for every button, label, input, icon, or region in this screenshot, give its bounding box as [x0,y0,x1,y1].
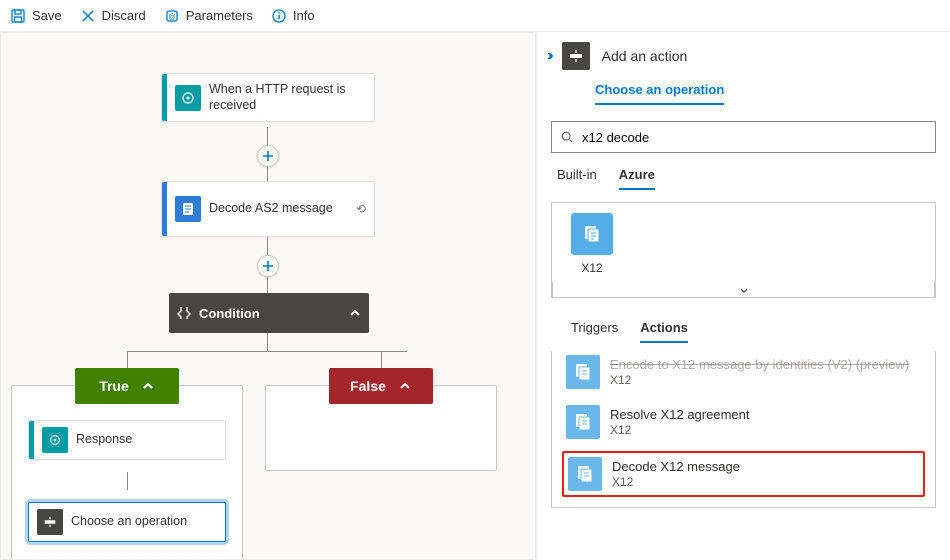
action-item-decode-x12[interactable]: Decode X12 message X12 [562,451,925,497]
close-icon [80,8,96,24]
expand-connectors-button[interactable] [552,282,935,298]
response-label: Response [76,424,225,456]
condition-node[interactable]: Condition [169,293,369,333]
true-label: True [99,378,129,394]
action-card-decode-as2[interactable]: Decode AS2 message ⟲ [161,181,375,237]
save-button[interactable]: Save [10,8,62,24]
search-box[interactable] [551,121,936,153]
triggers-actions-tabs: Triggers Actions [551,306,936,343]
trigger-label: When a HTTP request is received [209,74,374,121]
top-toolbar: Save Discard @ Parameters Info [0,0,950,32]
discard-label: Discard [102,8,146,23]
tab-actions[interactable]: Actions [640,320,688,343]
action-title: Encode to X12 message by identities (V2)… [610,357,909,373]
action-item-encode-x12[interactable]: Encode to X12 message by identities (V2)… [562,351,925,393]
save-icon [10,8,26,24]
svg-text:@: @ [168,14,175,21]
x12-icon [571,213,613,255]
connector-tile-label: X12 [581,261,602,275]
action-item-resolve-x12[interactable]: Resolve X12 agreement X12 [562,401,925,443]
connector-line [267,333,268,351]
chevron-up-icon [141,379,155,393]
condition-icon [169,305,199,321]
x12-icon [566,405,600,439]
false-branch-container: False [265,385,497,471]
action-subtitle: X12 [610,423,749,437]
tab-choose-operation[interactable]: Choose an operation [595,82,724,105]
parameters-button[interactable]: @ Parameters [164,8,253,24]
tab-built-in[interactable]: Built-in [557,167,597,190]
discard-button[interactable]: Discard [80,8,146,24]
designer-canvas[interactable]: When a HTTP request is received Decode A… [0,32,536,560]
action-subtitle: X12 [612,475,740,489]
save-label: Save [32,8,62,23]
collapse-panel-button[interactable]: ›› [547,47,550,65]
x12-icon [568,457,602,491]
add-step-button[interactable] [257,255,279,277]
parameters-icon: @ [164,8,180,24]
response-icon [42,427,68,453]
action-title: Resolve X12 agreement [610,407,749,423]
connector-line [127,351,407,352]
panel-title-icon [562,42,590,70]
action-subtitle: X12 [610,373,909,387]
action-title: Decode X12 message [612,459,740,475]
parameters-label: Parameters [186,8,253,23]
choose-operation-node[interactable]: Choose an operation [28,502,226,542]
connector-gallery: X12 [551,202,936,298]
connector-line [127,472,128,490]
search-input[interactable] [580,129,927,146]
trigger-card-http-request[interactable]: When a HTTP request is received [161,73,375,122]
choose-operation-label: Choose an operation [71,506,225,538]
action-card-response[interactable]: Response [28,420,226,460]
panel-section-tabs: Choose an operation [537,70,950,105]
http-icon [175,85,201,111]
true-branch-container: True Response Choose an operation [11,385,243,560]
action-list: Encode to X12 message by identities (V2)… [551,351,936,508]
action-panel: ›› Add an action Choose an operation Bui… [536,32,950,560]
condition-label: Condition [199,306,341,321]
link-icon: ⟲ [348,202,374,216]
add-step-button[interactable] [257,145,279,167]
tab-triggers[interactable]: Triggers [571,320,618,343]
collapse-toggle[interactable] [341,306,369,320]
scope-tabs: Built-in Azure [537,153,950,190]
tab-azure[interactable]: Azure [619,167,655,190]
document-icon [175,196,201,222]
false-branch-header[interactable]: False [329,368,433,404]
true-branch-header[interactable]: True [75,368,179,404]
panel-title: Add an action [602,48,688,64]
info-button[interactable]: Info [271,8,315,24]
false-label: False [350,378,386,394]
operation-icon [37,509,63,535]
connector-tile-x12[interactable]: X12 [562,213,622,275]
search-icon [560,130,574,144]
chevron-up-icon [398,379,412,393]
x12-icon [566,355,600,389]
as2-label: Decode AS2 message [209,193,348,225]
info-icon [271,8,287,24]
info-label: Info [293,8,315,23]
